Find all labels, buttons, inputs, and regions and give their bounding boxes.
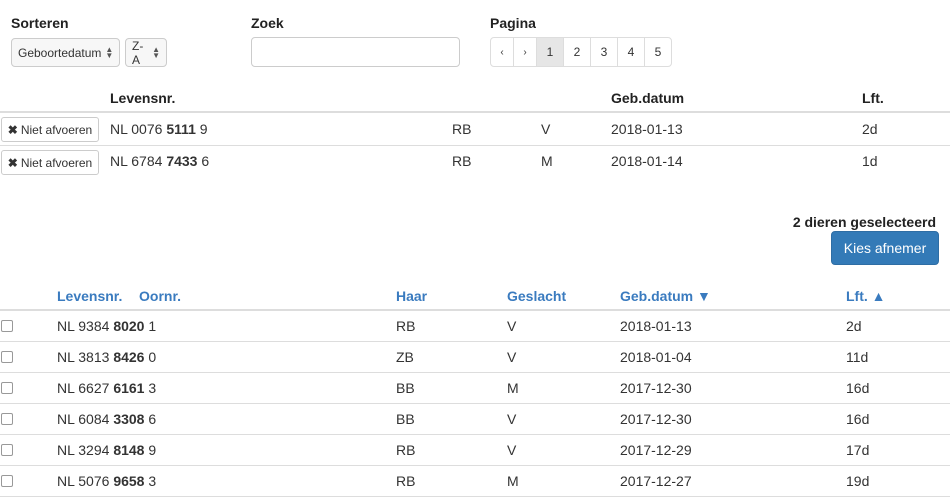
page-5[interactable]: 5 bbox=[644, 37, 672, 67]
geslacht-cell: V bbox=[507, 442, 517, 458]
gebdatum-cell: 2017-12-30 bbox=[620, 380, 692, 396]
row-checkbox[interactable] bbox=[1, 351, 13, 363]
levensnr-cell: NL 3294 8148 9 bbox=[57, 442, 157, 458]
geslacht-cell: V bbox=[507, 318, 517, 334]
selected-count: 2 dieren geselecteerd bbox=[792, 214, 936, 230]
haar-cell: ZB bbox=[396, 349, 414, 365]
haar-cell: BB bbox=[396, 411, 415, 427]
levensnr-cell: NL 6784 7433 6 bbox=[110, 153, 210, 169]
gebdatum-cell: 2018-01-13 bbox=[620, 318, 692, 334]
page-label: Pagina bbox=[490, 15, 536, 31]
search-label: Zoek bbox=[251, 15, 284, 31]
haar-cell: RB bbox=[396, 473, 416, 489]
geslacht-cell: M bbox=[507, 473, 519, 489]
page-next[interactable]: › bbox=[513, 37, 537, 67]
selected-header-lft: Lft. bbox=[862, 90, 884, 106]
levensnr-cell: NL 9384 8020 1 bbox=[57, 318, 157, 334]
page-2[interactable]: 2 bbox=[563, 37, 591, 67]
levensnr-cell: NL 6627 6161 3 bbox=[57, 380, 157, 396]
search-input[interactable] bbox=[251, 37, 460, 67]
remove-button[interactable]: ✖ Niet afvoeren bbox=[1, 150, 99, 175]
geslacht-cell: V bbox=[507, 349, 517, 365]
lft-cell: 2d bbox=[846, 318, 862, 334]
row-checkbox[interactable] bbox=[1, 444, 13, 456]
updown-icon: ▲ ▼ bbox=[152, 44, 160, 60]
row-checkbox[interactable] bbox=[1, 382, 13, 394]
header-oornr[interactable]: Oornr. bbox=[139, 288, 181, 304]
gebdatum-cell: 2017-12-29 bbox=[620, 442, 692, 458]
sort-field-value: Geboortedatum bbox=[18, 45, 102, 60]
page-prev[interactable]: ‹ bbox=[490, 37, 514, 67]
levensnr-cell: NL 0076 5111 9 bbox=[110, 121, 208, 137]
remove-label: Niet afvoeren bbox=[20, 155, 93, 170]
close-icon: ✖ bbox=[7, 155, 18, 170]
page-1[interactable]: 1 bbox=[536, 37, 564, 67]
divider bbox=[0, 465, 950, 466]
lft-cell: 11d bbox=[846, 349, 869, 365]
divider bbox=[0, 403, 950, 404]
divider bbox=[0, 434, 950, 435]
gebdatum-cell: 2018-01-04 bbox=[620, 349, 692, 365]
row-checkbox[interactable] bbox=[1, 475, 13, 487]
divider bbox=[0, 341, 950, 342]
sort-field-select[interactable]: Geboortedatum ▲ ▼ bbox=[11, 38, 120, 67]
remove-label: Niet afvoeren bbox=[20, 122, 93, 137]
page-3[interactable]: 3 bbox=[590, 37, 618, 67]
haar-cell: BB bbox=[396, 380, 415, 396]
divider bbox=[0, 372, 950, 373]
lft-cell: 2d bbox=[862, 121, 878, 137]
lft-cell: 16d bbox=[846, 380, 870, 396]
pagination: ‹ › 1 2 3 4 5 bbox=[490, 37, 672, 67]
header-levensnr[interactable]: Levensnr. bbox=[57, 288, 122, 304]
row-checkbox[interactable] bbox=[1, 320, 13, 332]
header-geslacht[interactable]: Geslacht bbox=[507, 288, 566, 304]
divider bbox=[0, 496, 950, 497]
divider bbox=[0, 111, 950, 113]
geslacht-cell: M bbox=[507, 380, 519, 396]
selected-header-levensnr: Levensnr. bbox=[110, 90, 176, 106]
levensnr-cell: NL 5076 9658 3 bbox=[57, 473, 157, 489]
page-4[interactable]: 4 bbox=[617, 37, 645, 67]
haar-cell: RB bbox=[452, 121, 472, 137]
lft-cell: 19d bbox=[846, 473, 870, 489]
close-icon: ✖ bbox=[7, 122, 18, 137]
updown-icon: ▲ ▼ bbox=[105, 44, 114, 60]
haar-cell: RB bbox=[396, 318, 416, 334]
haar-cell: RB bbox=[396, 442, 416, 458]
header-lft[interactable]: Lft. ▲ bbox=[846, 288, 886, 304]
lft-cell: 1d bbox=[862, 153, 878, 169]
gebdatum-cell: 2017-12-30 bbox=[620, 411, 692, 427]
sort-order-select[interactable]: Z-A ▲ ▼ bbox=[125, 38, 167, 67]
selected-header-gebdatum: Geb.datum bbox=[611, 90, 685, 106]
row-checkbox[interactable] bbox=[1, 413, 13, 425]
divider bbox=[0, 145, 950, 146]
geslacht-cell: V bbox=[507, 411, 517, 427]
lft-cell: 17d bbox=[846, 442, 870, 458]
divider bbox=[0, 309, 950, 311]
lft-cell: 16d bbox=[846, 411, 870, 427]
geslacht-cell: V bbox=[541, 121, 551, 137]
sort-order-value: Z-A bbox=[132, 38, 144, 67]
header-haar[interactable]: Haar bbox=[396, 288, 427, 304]
sort-label: Sorteren bbox=[11, 15, 69, 31]
gebdatum-cell: 2018-01-14 bbox=[611, 153, 683, 169]
levensnr-cell: NL 3813 8426 0 bbox=[57, 349, 157, 365]
gebdatum-cell: 2018-01-13 bbox=[611, 121, 683, 137]
choose-customer-button[interactable]: Kies afnemer bbox=[831, 231, 939, 265]
geslacht-cell: M bbox=[541, 153, 553, 169]
levensnr-cell: NL 6084 3308 6 bbox=[57, 411, 157, 427]
header-gebdatum[interactable]: Geb.datum ▼ bbox=[620, 288, 711, 304]
gebdatum-cell: 2017-12-27 bbox=[620, 473, 692, 489]
haar-cell: RB bbox=[452, 153, 472, 169]
remove-button[interactable]: ✖ Niet afvoeren bbox=[1, 117, 99, 142]
